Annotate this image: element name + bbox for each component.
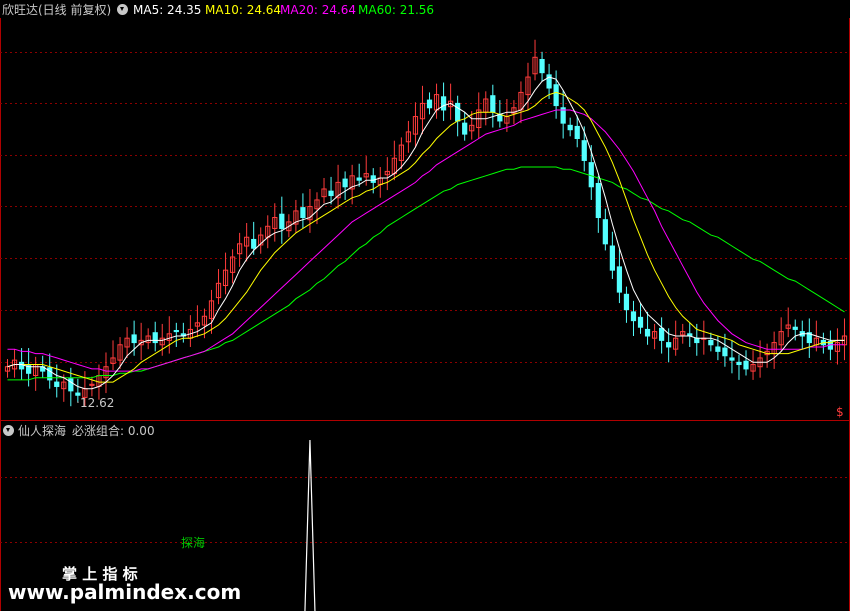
candle-body-104	[736, 361, 742, 366]
ma-label-3: MA60: 21.56	[358, 3, 435, 17]
candle-body-84	[595, 182, 601, 219]
candle-body-21	[152, 332, 158, 344]
candle-body-100	[708, 339, 714, 346]
candle-body-7	[54, 381, 60, 387]
candle-body-82	[581, 140, 587, 161]
candle-body-64	[455, 102, 461, 122]
candle-body-18	[131, 334, 137, 344]
ma20-line	[7, 109, 845, 372]
candle-body-90	[637, 316, 644, 328]
candle-body-76	[539, 59, 545, 74]
candle-body-42	[300, 207, 306, 218]
watermark-url: www.palmindex.com	[8, 580, 242, 604]
candle-body-46	[328, 190, 334, 197]
candle-body-48	[342, 178, 348, 188]
candle-body-101	[715, 346, 721, 352]
right-marker: $	[836, 405, 844, 419]
ma-label-0: MA5: 24.35	[133, 3, 202, 17]
candle-body-86	[609, 245, 615, 271]
chart-canvas	[0, 18, 850, 611]
ma-label-1: MA10: 24.64	[205, 3, 282, 17]
candle-body-10	[75, 392, 81, 396]
candle-body-2	[18, 361, 25, 370]
candle-body-50	[356, 177, 362, 181]
indicator-spike	[304, 439, 316, 611]
candle-body-80	[567, 124, 573, 131]
candle-body-69	[490, 95, 496, 113]
candle-body-35	[251, 238, 257, 249]
min-price-label: 12.62	[80, 396, 115, 410]
candle-body-93	[659, 327, 665, 341]
candle-body-83	[588, 162, 594, 188]
candle-body-102	[722, 347, 728, 357]
ma-label-2: MA20: 24.64	[280, 3, 357, 17]
candle-body-88	[623, 293, 630, 311]
indicator-menu-icon[interactable]	[3, 425, 14, 436]
candle-body-89	[630, 311, 637, 322]
signal-label: 探海	[181, 536, 206, 550]
indicator-title: 仙人探海	[18, 424, 67, 438]
candle-body-62	[440, 96, 447, 111]
candle-body-24	[173, 330, 179, 333]
candle-body-52	[370, 175, 376, 183]
candle-body-105	[743, 360, 749, 370]
candle-body-85	[602, 219, 608, 245]
candle-body-103	[729, 357, 735, 361]
candle-body-87	[616, 266, 623, 293]
candle-body-91	[644, 328, 651, 337]
indicator-value: 必涨组合: 0.00	[72, 424, 155, 438]
chart-title: 欣旺达(日线 前复权)	[2, 3, 112, 17]
candle-body-112	[792, 326, 798, 330]
candle-body-98	[694, 337, 700, 344]
menu-toggle-icon[interactable]	[117, 4, 128, 15]
candle-body-60	[426, 99, 433, 109]
candle-body-39	[279, 213, 285, 229]
candle-body-65	[462, 122, 468, 135]
candle-body-94	[666, 342, 672, 348]
candle-body-78	[553, 84, 559, 107]
candle-body-81	[574, 125, 580, 140]
